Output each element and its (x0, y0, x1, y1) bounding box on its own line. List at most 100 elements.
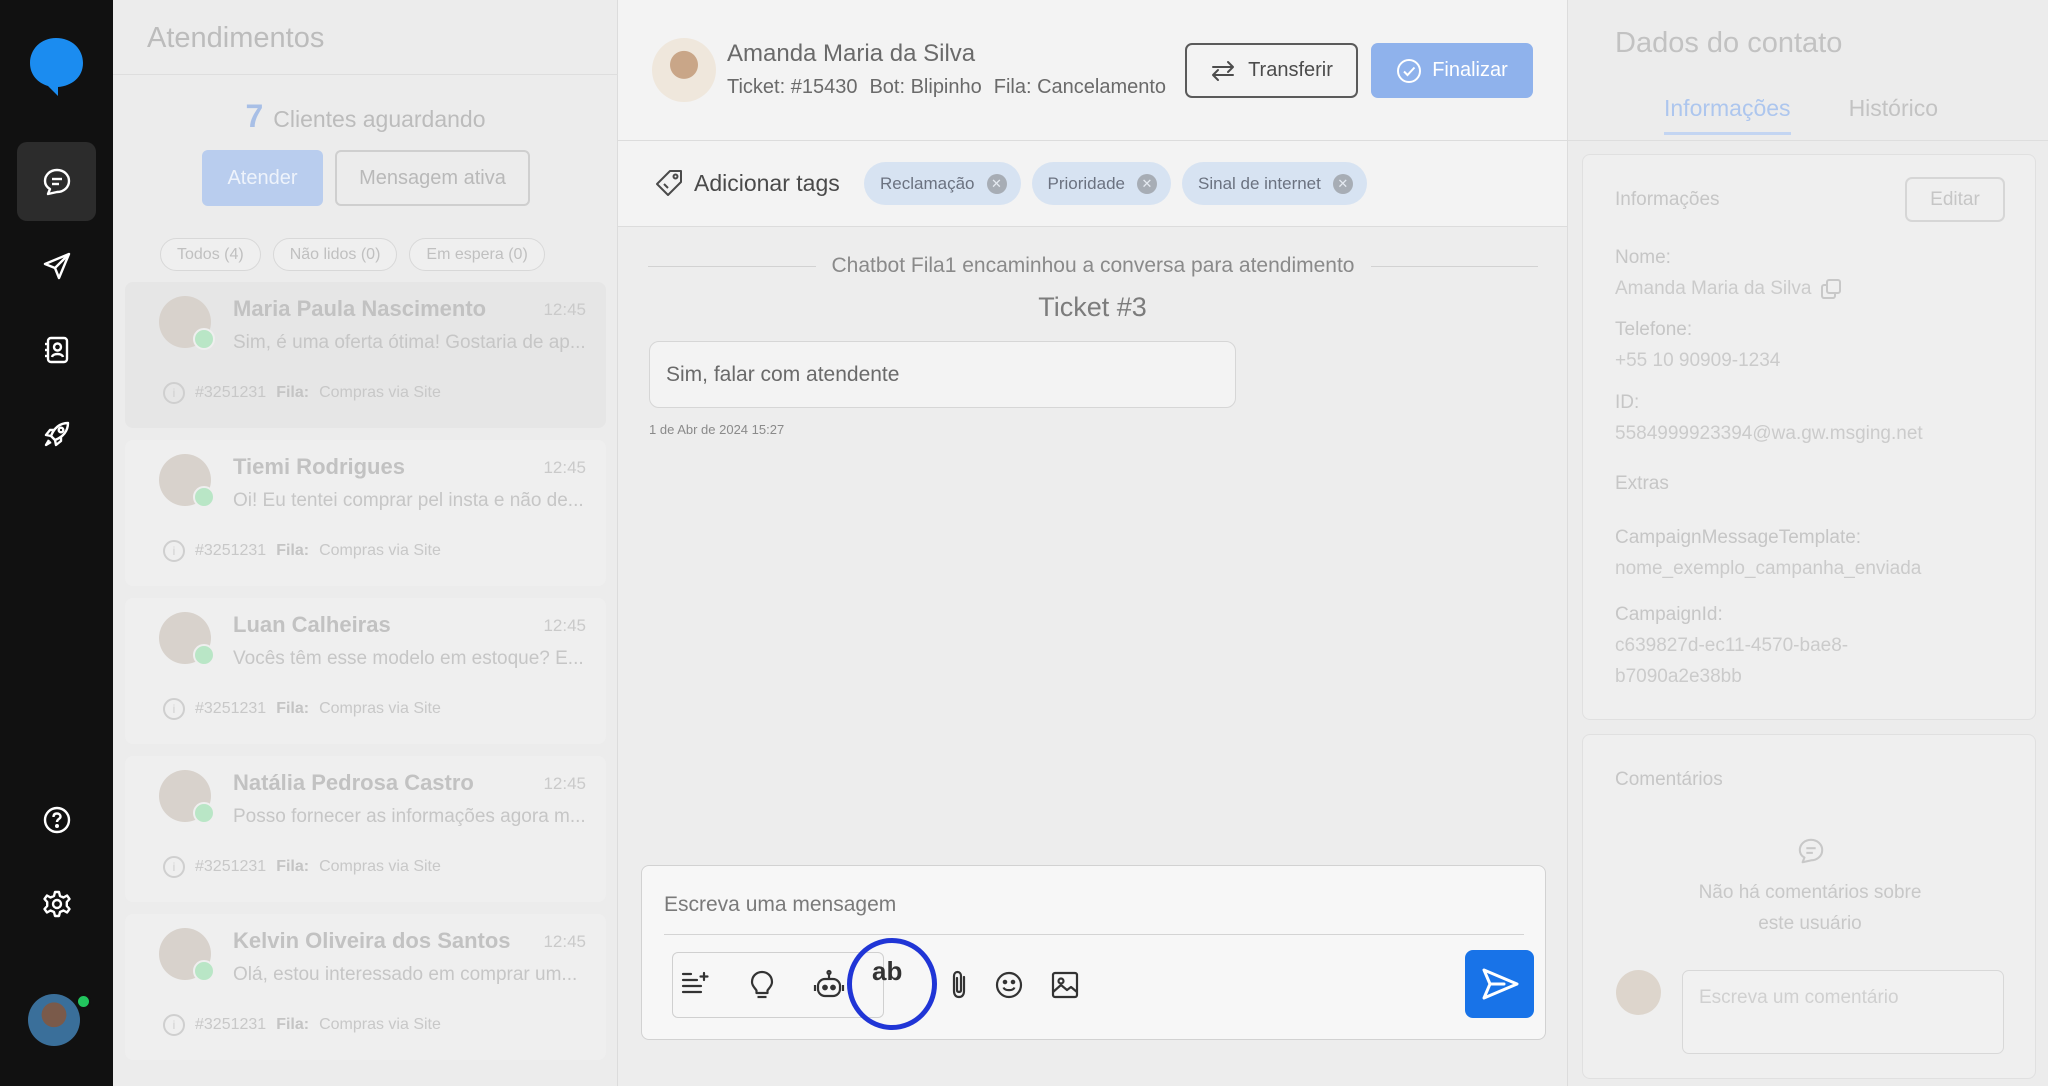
info-icon: i (163, 856, 185, 878)
tag-chip: Sinal de internet ✕ (1182, 162, 1367, 205)
ticket-number: #3251231 (195, 700, 267, 717)
queue-label: Fila: (276, 858, 310, 875)
info-icon: i (163, 1014, 185, 1036)
whatsapp-icon (193, 802, 215, 824)
add-tags-label: Adicionar tags (694, 169, 840, 196)
queue-name: Compras via Site (319, 1016, 441, 1033)
conversation-card[interactable]: Natália Pedrosa Castro 12:45 Posso forne… (125, 756, 606, 902)
edit-button[interactable]: Editar (1905, 177, 2005, 222)
contact-avatar (652, 38, 716, 102)
message-text: Sim, falar com atendente (666, 362, 900, 386)
message-time: 12:45 (543, 458, 586, 477)
queue-name: Fila: Cancelamento (993, 76, 1167, 98)
phone-value: +55 10 90909-1234 (1615, 350, 1781, 371)
tag-label: Reclamação (880, 173, 975, 193)
quick-replies-button[interactable] (673, 963, 717, 1007)
tab-history[interactable]: Histórico (1849, 95, 1938, 135)
message-time: 12:45 (543, 300, 586, 319)
queue-name: Compras via Site (319, 384, 441, 401)
nav-send-button[interactable] (17, 226, 96, 305)
queue-label: Fila: (276, 542, 310, 559)
user-avatar[interactable] (28, 994, 80, 1046)
divider (664, 934, 1524, 935)
attend-button[interactable]: Atender (202, 150, 323, 206)
waiting-count: 7 (245, 98, 264, 134)
system-message-text: Chatbot Fila1 encaminhou a conversa para… (831, 254, 1355, 277)
chat-icon (43, 168, 70, 195)
queue-name: Compras via Site (319, 542, 441, 559)
customer-name: Natália Pedrosa Castro (233, 770, 474, 795)
message-time: 12:45 (543, 774, 586, 793)
add-tags-button[interactable]: Adicionar tags (654, 168, 840, 198)
filter-waiting[interactable]: Em espera (0) (409, 238, 545, 271)
send-icon (43, 252, 70, 279)
nav-settings-button[interactable] (17, 864, 96, 943)
filter-unread[interactable]: Não lidos (0) (272, 238, 398, 271)
campaign-id-value-line2: b7090a2e38bb (1615, 666, 1742, 687)
nav-help-button[interactable] (17, 780, 96, 859)
extras-label: Extras (1615, 473, 1669, 494)
ticket-number: #3251231 (195, 542, 267, 559)
tag-chip: Prioridade ✕ (1031, 162, 1171, 205)
suggestion-button[interactable] (740, 963, 784, 1007)
message-time: 12:45 (543, 616, 586, 635)
help-icon (43, 806, 70, 833)
ticket-meta: i #3251231 Fila: Compras via Site (163, 856, 441, 878)
campaign-id-label: CampaignId: (1615, 604, 1723, 625)
comments-card: Comentários Não há comentários sobre est… (1582, 734, 2036, 1079)
message-preview: Posso fornecer as informações agora m... (233, 806, 586, 827)
remove-tag-icon[interactable]: ✕ (1332, 173, 1353, 194)
commenter-avatar (1616, 970, 1661, 1015)
attach-button[interactable] (945, 963, 975, 1007)
remove-tag-icon[interactable]: ✕ (986, 173, 1007, 194)
contact-name: Amanda Maria da Silva (727, 40, 976, 67)
transfer-button[interactable]: Transferir (1185, 43, 1358, 98)
active-message-button[interactable]: Mensagem ativa (335, 150, 530, 206)
name-value: Amanda Maria da Silva (1615, 278, 1812, 299)
system-message: Chatbot Fila1 encaminhou a conversa para… (648, 254, 1538, 278)
nav-chat-button[interactable] (17, 142, 96, 221)
emoji-button[interactable] (987, 963, 1031, 1007)
remove-tag-icon[interactable]: ✕ (1137, 173, 1157, 194)
finalize-label: Finalizar (1432, 59, 1508, 81)
comment-input[interactable]: Escreva um comentário (1682, 970, 2004, 1054)
queue-name: Compras via Site (319, 858, 441, 875)
left-rail (0, 0, 113, 1086)
whatsapp-icon (193, 960, 215, 982)
divider (648, 265, 816, 267)
waiting-label: Clientes aguardando (273, 106, 486, 132)
conversation-card[interactable]: Luan Calheiras 12:45 Vocês têm esse mode… (125, 598, 606, 744)
image-button[interactable] (1043, 963, 1087, 1007)
check-circle-icon (1397, 58, 1422, 83)
filter-all[interactable]: Todos (4) (160, 238, 261, 271)
tag-chip: Reclamação ✕ (864, 162, 1021, 205)
bot-button[interactable] (807, 963, 851, 1007)
campaign-template-value: nome_exemplo_campanha_enviada (1615, 558, 1922, 579)
ticket-info: Ticket: #15430 Bot: Blipinho Fila: Cance… (727, 76, 1166, 99)
id-value: 5584999923394@wa.gw.msging.net (1615, 423, 1923, 444)
message-preview: Oi! Eu tentei comprar pel insta e não de… (233, 490, 584, 511)
blip-logo-icon[interactable] (28, 36, 85, 98)
attendances-panel: Atendimentos 7 Clientes aguardando Atende… (113, 0, 618, 1086)
send-button[interactable] (1465, 950, 1534, 1018)
queue-label: Fila: (276, 384, 310, 401)
ticket-number: Ticket: #15430 (727, 76, 858, 98)
nav-rocket-button[interactable] (17, 394, 96, 473)
tag-icon (656, 170, 682, 196)
tab-information[interactable]: Informações (1664, 95, 1791, 135)
message-input[interactable]: Escreva uma mensagem (664, 893, 896, 917)
name-label: Nome: (1615, 247, 1671, 268)
finalize-button[interactable]: Finalizar (1371, 43, 1533, 98)
customer-name: Tiemi Rodrigues (233, 454, 405, 479)
tag-label: Sinal de internet (1198, 173, 1321, 193)
nav-contacts-button[interactable] (17, 310, 96, 389)
conversation-card[interactable]: Kelvin Oliveira dos Santos 12:45 Olá, es… (125, 914, 606, 1060)
panel-title: Atendimentos (147, 22, 325, 54)
copy-icon[interactable] (1819, 277, 1843, 301)
conversation-card[interactable]: Tiemi Rodrigues 12:45 Oi! Eu tentei comp… (125, 440, 606, 586)
no-comments-message: Não há comentários sobre este usuário (1583, 877, 2037, 939)
conversation-card[interactable]: Maria Paula Nascimento 12:45 Sim, é uma … (125, 282, 606, 428)
ticket-number: #3251231 (195, 1016, 267, 1033)
message-preview: Vocês têm esse modelo em estoque? E... (233, 648, 584, 669)
ticket-number: #3251231 (195, 384, 267, 401)
